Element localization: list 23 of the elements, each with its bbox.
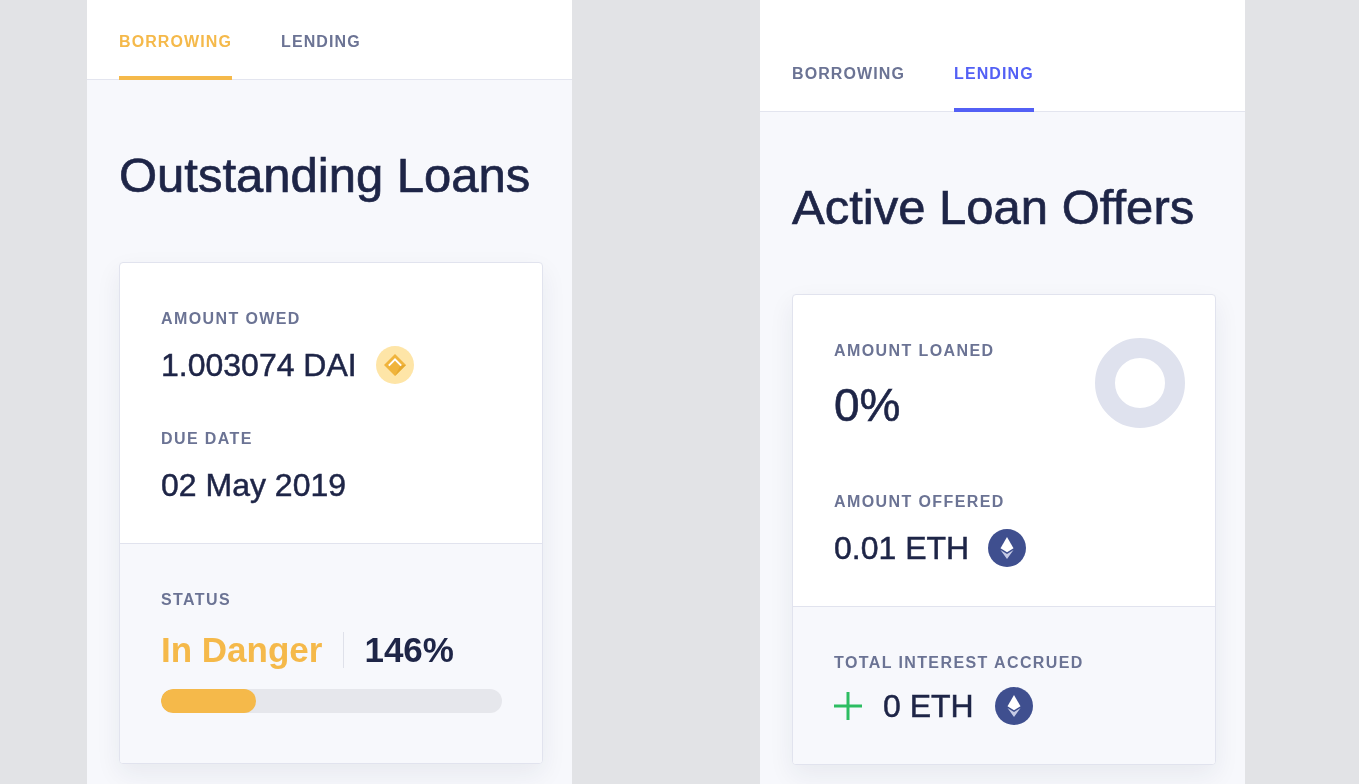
donut-ring-icon <box>1095 338 1185 428</box>
field-value: 02 May 2019 <box>161 466 346 505</box>
tab[interactable]: LENDING <box>954 65 1034 112</box>
page-heading: Outstanding Loans <box>119 147 532 203</box>
field-label: AMOUNT LOANED <box>834 342 995 360</box>
ratio-value: 146% <box>364 630 454 670</box>
tab[interactable]: LENDING <box>281 33 361 80</box>
field-label: TOTAL INTEREST ACCRUED <box>834 654 1084 672</box>
field-value: 1.003074 DAI <box>161 346 357 385</box>
diamond-coin-icon <box>375 346 414 384</box>
field-label: DUE DATE <box>161 430 253 448</box>
field-label: AMOUNT OFFERED <box>834 493 1005 511</box>
status-text: In Danger <box>161 630 323 670</box>
plus-icon <box>834 692 862 720</box>
ethereum-coin-icon <box>988 529 1027 567</box>
field-label: STATUS <box>161 591 232 609</box>
ethereum-coin-icon <box>994 687 1033 725</box>
page-heading: Active Loan Offers <box>792 179 1196 235</box>
field-value: 0 ETH <box>883 687 974 726</box>
field-value: 0.01 ETH <box>834 529 970 568</box>
field-label: AMOUNT OWED <box>161 310 301 328</box>
field-value: 0% <box>834 380 901 430</box>
tab[interactable]: BORROWING <box>792 65 905 112</box>
